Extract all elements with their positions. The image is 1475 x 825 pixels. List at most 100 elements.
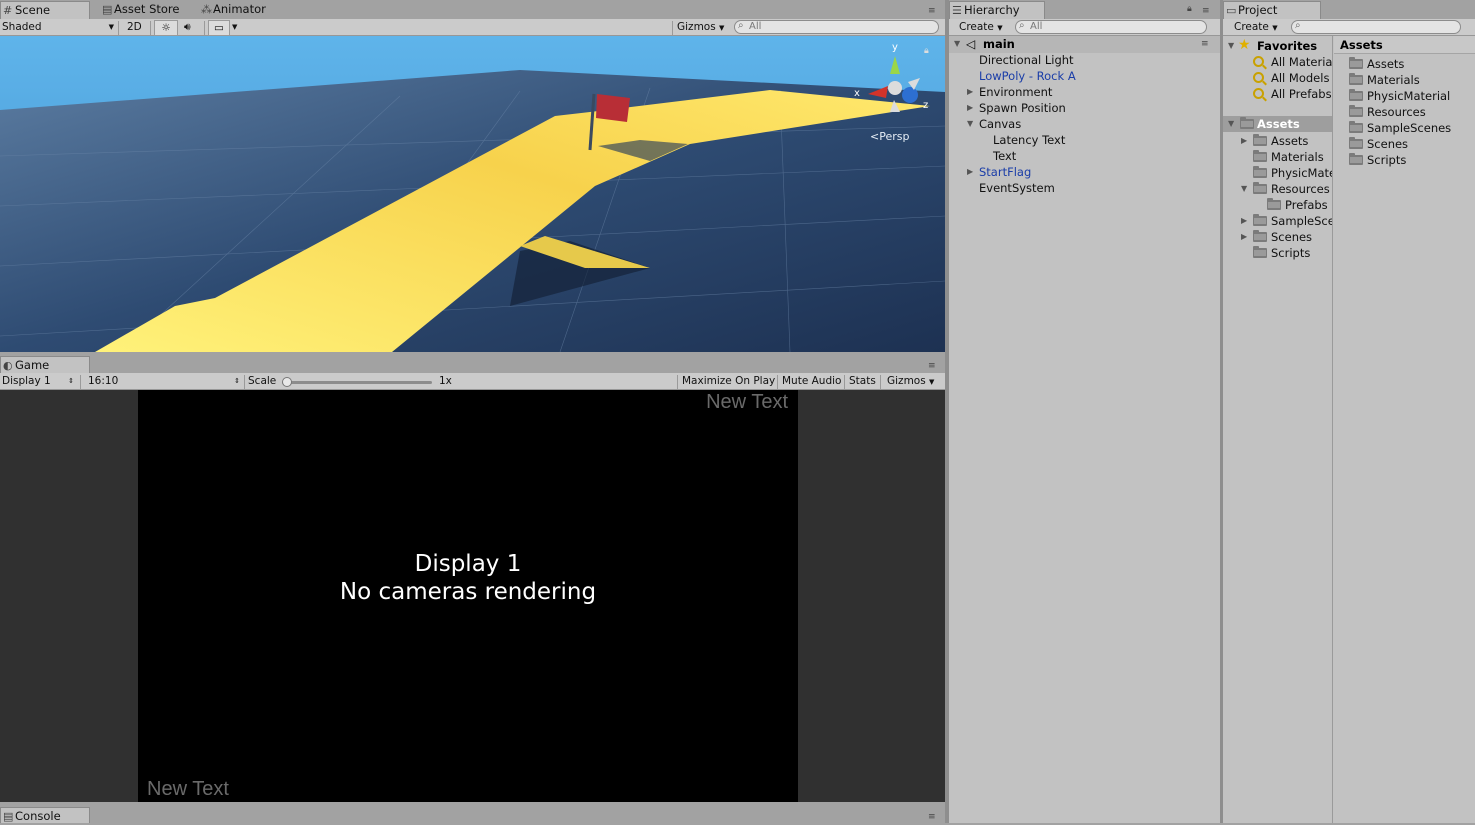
folder-icon (1349, 89, 1363, 101)
hierarchy-item[interactable]: ▶ Environment (949, 84, 1220, 100)
tab-animator[interactable]: ⁂ Animator (199, 1, 279, 19)
asset-item[interactable]: Scenes (1334, 136, 1475, 152)
hierarchy-item[interactable]: LowPoly - Rock A (949, 68, 1220, 84)
scene-gizmos-dropdown[interactable]: Gizmos ▼ (677, 20, 724, 36)
hierarchy-create-dropdown[interactable]: Create ▼ (959, 20, 1003, 36)
hierarchy-item[interactable]: Directional Light (949, 52, 1220, 68)
asset-item[interactable]: Scripts (1334, 152, 1475, 168)
asset-folder-label: Assets (1271, 134, 1309, 148)
2d-toggle[interactable]: 2D (127, 20, 142, 36)
asset-folder-item[interactable]: PhysicMate (1223, 165, 1332, 181)
hierarchy-item[interactable]: Text (949, 148, 1220, 164)
aspect-dropdown[interactable]: 16:10 ⇕ (88, 374, 242, 390)
asset-folder-item[interactable]: Scripts (1223, 245, 1332, 261)
scene-menu-icon[interactable]: ≡ (1201, 39, 1209, 49)
panel-menu-icon[interactable]: ≡ (928, 812, 936, 822)
expanded-arrow-icon[interactable]: ▼ (967, 116, 973, 132)
panel-splitter[interactable] (945, 0, 949, 823)
orientation-gizmo[interactable]: y x z (850, 42, 930, 122)
lock-icon[interactable]: 🔒︎ (1187, 4, 1192, 14)
favorite-item[interactable]: All Models (1223, 70, 1332, 86)
assets-root-row[interactable]: ▼ Assets (1223, 116, 1332, 132)
game-gizmos-dropdown[interactable]: Gizmos ▼ (887, 374, 934, 390)
maximize-on-play-toggle[interactable]: Maximize On Play (682, 374, 775, 390)
game-viewport[interactable]: New Text New Text Display 1 No cameras r… (138, 390, 798, 802)
panel-menu-icon[interactable]: ≡ (928, 6, 936, 16)
hierarchy-item[interactable]: ▶ StartFlag (949, 164, 1220, 180)
asset-folder-item[interactable]: Prefabs (1223, 197, 1332, 213)
collapsed-arrow-icon[interactable]: ▶ (967, 84, 973, 100)
expanded-arrow-icon[interactable]: ▼ (1228, 38, 1234, 54)
collapsed-arrow-icon[interactable]: ▶ (1241, 229, 1247, 245)
folder-icon (1240, 117, 1254, 129)
scale-slider[interactable] (282, 377, 432, 387)
audio-toggle-icon[interactable]: 🔊︎ (184, 20, 191, 36)
hierarchy-search-input[interactable]: ⌕ All (1015, 20, 1207, 34)
hierarchy-icon: ☰ (952, 4, 962, 17)
asset-folder-label: Prefabs (1285, 198, 1328, 212)
collapsed-arrow-icon[interactable]: ▶ (1241, 213, 1247, 229)
asset-folder-label: Materials (1271, 150, 1324, 164)
expanded-arrow-icon[interactable]: ▼ (1241, 181, 1247, 197)
tab-game[interactable]: ◐ Game (0, 356, 90, 374)
gizmo-lock-icon[interactable]: 🔒︎ (924, 46, 929, 56)
divider (244, 375, 245, 389)
hierarchy-item[interactable]: ▼ Canvas (949, 116, 1220, 132)
asset-folder-item[interactable]: ▶ SampleSce (1223, 213, 1332, 229)
folder-icon (1349, 137, 1363, 149)
gizmo-y-label: y (892, 42, 898, 53)
favorite-item[interactable]: All Materia (1223, 54, 1332, 70)
asset-item[interactable]: SampleScenes (1334, 120, 1475, 136)
scene-render (0, 36, 945, 352)
asset-folder-item[interactable]: ▶ Assets (1223, 133, 1332, 149)
expanded-arrow-icon[interactable]: ▼ (1228, 116, 1234, 132)
grid-icon: # (3, 4, 13, 17)
projection-toggle[interactable]: <Persp (870, 130, 909, 143)
favorites-row[interactable]: ▼ ★ Favorites (1223, 37, 1332, 54)
display-dropdown[interactable]: Display 1 ⇕ (2, 374, 76, 390)
asset-folder-item[interactable]: ▼ Resources (1223, 181, 1332, 197)
asset-folder-item[interactable]: ▶ Scenes (1223, 229, 1332, 245)
project-search-input[interactable]: ⌕ (1291, 20, 1461, 34)
scale-slider-thumb[interactable] (282, 377, 292, 387)
asset-folder-item[interactable]: Materials (1223, 149, 1332, 165)
asset-item[interactable]: Materials (1334, 72, 1475, 88)
favorite-item[interactable]: All Prefabs (1223, 86, 1332, 102)
hierarchy-item[interactable]: ▶ Spawn Position (949, 100, 1220, 116)
panel-menu-icon[interactable]: ≡ (928, 361, 936, 371)
tab-console[interactable]: ▤ Console (0, 807, 90, 823)
effects-toggle-icon[interactable]: ▭ (208, 20, 230, 36)
unity-scene-icon: ◁ (966, 37, 976, 51)
tab-hierarchy[interactable]: ☰ Hierarchy (949, 1, 1045, 19)
asset-item[interactable]: Resources (1334, 104, 1475, 120)
asset-item[interactable]: PhysicMaterial (1334, 88, 1475, 104)
scene-viewport[interactable]: y x z 🔒︎ <Persp (0, 36, 945, 352)
collapsed-arrow-icon[interactable]: ▶ (967, 100, 973, 116)
scene-root-row[interactable]: ▼ ◁ main ≡ (949, 36, 1220, 53)
divider (880, 375, 881, 389)
tab-asset-store[interactable]: ▤ Asset Store (100, 1, 188, 19)
effects-dropdown-arrow-icon[interactable]: ▼ (232, 20, 237, 36)
asset-item[interactable]: Assets (1334, 56, 1475, 72)
game-toolbar: Display 1 ⇕ 16:10 ⇕ Scale 1x Maximize On… (0, 373, 945, 390)
mute-audio-toggle[interactable]: Mute Audio (782, 374, 841, 390)
hierarchy-item[interactable]: Latency Text (949, 132, 1220, 148)
tab-project[interactable]: ▭ Project (1223, 1, 1321, 19)
expanded-arrow-icon[interactable]: ▼ (954, 36, 960, 52)
collapsed-arrow-icon[interactable]: ▶ (1241, 133, 1247, 149)
shading-mode-dropdown[interactable]: Shaded ▼ (2, 20, 114, 36)
lighting-toggle-icon[interactable]: ☼ (154, 20, 178, 36)
animator-icon: ⁂ (201, 3, 212, 16)
console-panel: ▤ Console ≡ (0, 803, 945, 823)
tab-scene[interactable]: # Scene (0, 1, 90, 19)
project-create-dropdown[interactable]: Create ▼ (1234, 20, 1278, 36)
folder-icon (1253, 230, 1267, 242)
panel-menu-icon[interactable]: ≡ (1202, 6, 1210, 16)
panel-splitter[interactable] (1220, 0, 1223, 823)
asset-item-label: Scripts (1367, 153, 1407, 167)
hierarchy-item[interactable]: EventSystem (949, 180, 1220, 196)
collapsed-arrow-icon[interactable]: ▶ (967, 164, 973, 180)
stats-toggle[interactable]: Stats (849, 374, 876, 390)
scene-search-input[interactable]: ⌕ All (734, 20, 939, 34)
hierarchy-item-label: LowPoly - Rock A (979, 69, 1076, 83)
